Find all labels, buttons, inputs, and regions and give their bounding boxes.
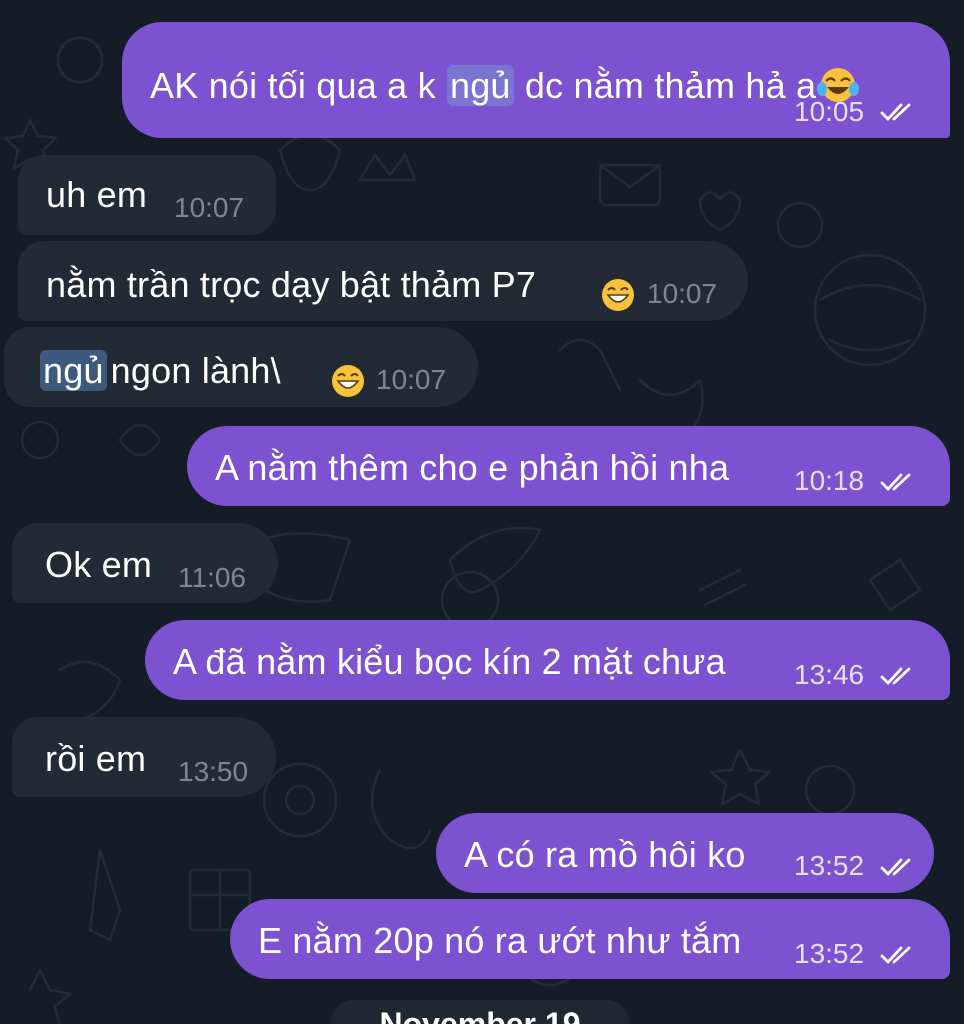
message-text: nằm trần trọc dạy bật thảm P7 [46, 265, 536, 305]
grinning-face-icon [332, 365, 364, 397]
message-time: 10:05 [794, 96, 865, 127]
message-text: E nằm 20p nó ra ướt như tắm [258, 920, 742, 961]
message-time: 10:07 [376, 364, 447, 395]
message-bubble-incoming[interactable]: ngủ ngon lành\ 10:07 [4, 327, 478, 407]
read-receipt-double-check-icon [880, 103, 911, 122]
message-time: 10:07 [647, 278, 718, 309]
read-receipt-double-check-icon [880, 946, 911, 965]
message-text: ngủ ngon lành\ [40, 350, 281, 391]
message-time: 13:52 [794, 938, 865, 969]
message-bubble-outgoing[interactable]: A có ra mồ hôi ko 13:52 [436, 813, 934, 893]
message-text: A nằm thêm cho e phản hồi nha [215, 447, 730, 488]
message-bubble-outgoing[interactable]: A đã nằm kiểu bọc kín 2 mặt chưa 13:46 [145, 620, 950, 700]
message-bubble-incoming[interactable]: uh em 10:07 [18, 155, 276, 235]
read-receipt-double-check-icon [880, 667, 911, 686]
message-time: 10:07 [174, 192, 245, 223]
search-highlight: ngủ [446, 65, 514, 106]
message-text-body: nằm trần trọc dạy bật thảm P7 [46, 264, 537, 305]
message-text-after: ngon lành\ [110, 350, 281, 391]
message-time: 11:06 [178, 562, 246, 593]
message-text: A đã nằm kiểu bọc kín 2 mặt chưa [173, 641, 726, 682]
message-text-before: AK nói tối qua a k [150, 65, 446, 106]
message-text: rồi em [45, 738, 147, 779]
message-time: 13:52 [794, 850, 865, 881]
message-time: 13:46 [794, 659, 865, 690]
message-time: 10:18 [794, 465, 865, 496]
message-bubble-outgoing[interactable]: A nằm thêm cho e phản hồi nha 10:18 [187, 426, 950, 506]
date-divider: November 19 [330, 1000, 630, 1024]
read-receipt-double-check-icon [880, 858, 911, 877]
grinning-face-icon [602, 279, 634, 311]
message-bubble-outgoing[interactable]: E nằm 20p nó ra ướt như tắm 13:52 [230, 899, 950, 979]
message-bubble-incoming[interactable]: nằm trần trọc dạy bật thảm P7 10:07 [18, 241, 748, 321]
message-bubble-outgoing[interactable]: AK nói tối qua a k ngủ dc nằm thảm hả a … [122, 22, 950, 138]
message-text: uh em [46, 174, 148, 215]
message-text-after: dc nằm thảm hả a [514, 65, 817, 106]
message-text: AK nói tối qua a k ngủ dc nằm thảm hả a [150, 65, 860, 106]
message-text: A có ra mồ hôi ko [464, 834, 746, 875]
message-bubble-incoming[interactable]: rồi em 13:50 [12, 717, 276, 797]
message-bubble-incoming[interactable]: Ok em 11:06 [12, 523, 278, 603]
search-highlight: ngủ [40, 350, 107, 391]
read-receipt-double-check-icon [880, 473, 911, 492]
message-text: Ok em [45, 544, 153, 585]
message-time: 13:50 [178, 756, 249, 787]
